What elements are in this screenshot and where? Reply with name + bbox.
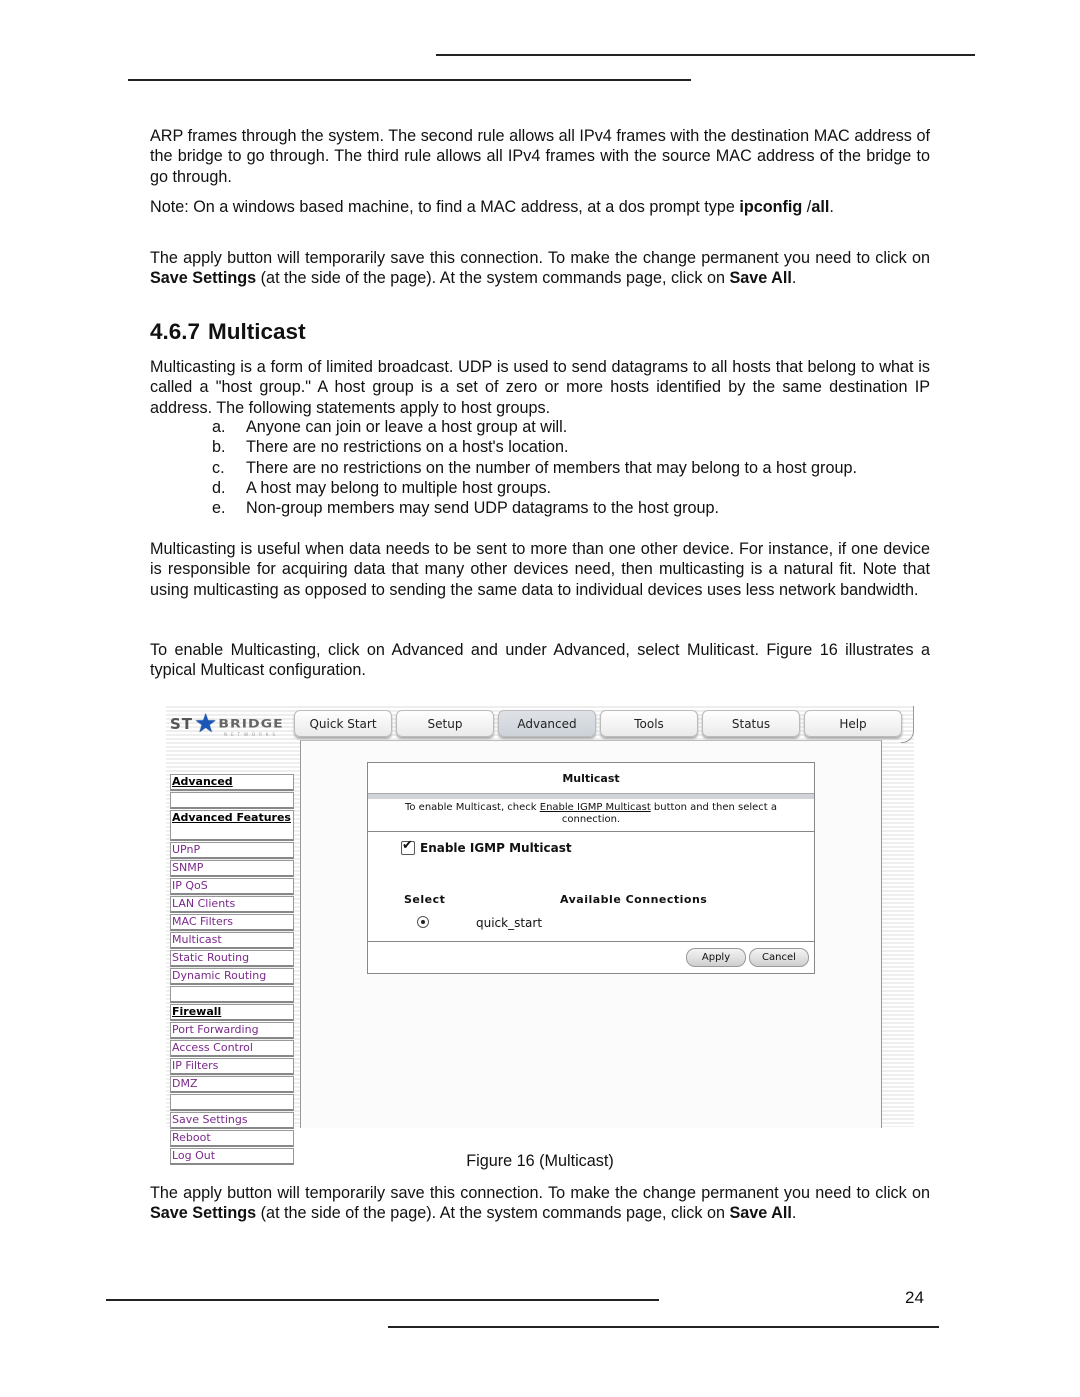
sidebar-item-access-control[interactable]: Access Control (170, 1040, 294, 1057)
tab-advanced[interactable]: Advanced (498, 710, 596, 737)
apply-text: The apply button will temporarily save t… (150, 249, 930, 267)
list-label: e. (212, 499, 226, 518)
sidebar-item-port-forwarding[interactable]: Port Forwarding (170, 1022, 294, 1039)
sidebar-spacer (170, 986, 294, 1003)
sidebar-item-ip-filters[interactable]: IP Filters (170, 1058, 294, 1075)
paragraph-enable: To enable Multicasting, click on Advance… (150, 641, 930, 680)
sidebar-heading-firewall[interactable]: Firewall (170, 1004, 294, 1021)
column-header-available-connections: Available Connections (560, 893, 708, 906)
figure-caption: Figure 16 (Multicast) (466, 1152, 614, 1170)
sidebar-item-multicast[interactable]: Multicast (170, 932, 294, 949)
list-item: d. A host may belong to multiple host gro… (212, 478, 857, 498)
star-icon: ★ (194, 709, 218, 739)
enable-igmp-label: Enable IGMP Multicast (420, 841, 572, 855)
note-command-arg: all (811, 198, 830, 216)
sidebar-item-reboot[interactable]: Reboot (170, 1130, 294, 1147)
apply-text-end: . (791, 1204, 797, 1223)
sidebar-item-mac-filters[interactable]: MAC Filters (170, 914, 294, 931)
save-all-term: Save All (729, 1204, 792, 1223)
connection-radio[interactable] (417, 916, 429, 928)
list-item: b. There are no restrictions on a host's … (212, 437, 857, 457)
note-command: ipconfig (739, 198, 803, 216)
sidebar: Advanced Advanced Features UPnP SNMP IP … (170, 774, 294, 1166)
sidebar-spacer (170, 792, 294, 809)
section-number: 4.6.7 (150, 319, 201, 344)
sidebar-item-save-settings[interactable]: Save Settings (170, 1112, 294, 1129)
sidebar-item-dynamic-routing[interactable]: Dynamic Routing (170, 968, 294, 985)
list-item: a. Anyone can join or leave a host group … (212, 417, 857, 437)
logo-text-left: ST (170, 715, 194, 733)
save-all-term: Save All (729, 269, 792, 288)
connection-name: quick_start (476, 916, 543, 930)
paragraph-apply-2: The apply button will temporarily save t… (150, 1183, 930, 1224)
sidebar-heading-advanced-features[interactable]: Advanced Features (170, 810, 294, 841)
save-settings-term: Save Settings (150, 1204, 257, 1223)
multicast-panel: Multicast To enable Multicast, check Ena… (367, 762, 815, 974)
page-number: 24 (905, 1288, 924, 1307)
footer-rule-top (106, 1299, 659, 1301)
apply-text-end: . (791, 269, 797, 288)
save-settings-term: Save Settings (150, 269, 257, 288)
apply-text: The apply button will temporarily save t… (150, 1184, 930, 1202)
host-group-list: a. Anyone can join or leave a host group … (212, 417, 857, 518)
panel-title: Multicast (562, 771, 620, 785)
note-command-sep: / (802, 198, 812, 216)
list-item: e. Non-group members may send UDP datagra… (212, 498, 857, 518)
sidebar-item-upnp[interactable]: UPnP (170, 842, 294, 859)
logo-subtext: NETWORKS (224, 732, 280, 737)
list-label: a. (212, 418, 226, 436)
tabs-corner-decoration (901, 706, 914, 743)
note-end: . (829, 198, 834, 216)
footer-rule-bottom (388, 1326, 939, 1328)
header-rule-top (436, 54, 975, 56)
note-text: Note: On a windows based machine, to fin… (150, 198, 740, 216)
list-text: A host may belong to multiple host group… (246, 478, 552, 497)
panel-description: To enable Multicast, check Enable IGMP M… (368, 799, 814, 832)
sidebar-heading-advanced[interactable]: Advanced (170, 774, 294, 791)
sidebar-item-dmz[interactable]: DMZ (170, 1076, 294, 1093)
desc-link: Enable IGMP Multicast (539, 802, 651, 813)
enable-igmp-row: ✔ Enable IGMP Multicast (401, 838, 572, 855)
column-header-select: Select (404, 893, 446, 906)
enable-igmp-checkbox[interactable]: ✔ (401, 838, 415, 855)
apply-text-mid: (at the side of the page). At the system… (256, 269, 730, 288)
list-label: c. (212, 458, 225, 477)
list-label: b. (212, 438, 226, 457)
tab-status[interactable]: Status (702, 710, 800, 737)
list-label: d. (212, 478, 226, 497)
desc-text: To enable Multicast, check (404, 802, 540, 813)
tab-quick-start[interactable]: Quick Start (294, 710, 392, 737)
section-title: Multicast (208, 319, 306, 344)
paragraph-note: Note: On a windows based machine, to fin… (150, 197, 930, 217)
checkmark-icon: ✔ (402, 838, 413, 853)
paragraph-arp-rules: ARP frames through the system. The secon… (150, 127, 930, 186)
tab-tools[interactable]: Tools (600, 710, 698, 737)
list-item: c. There are no restrictions on the numbe… (212, 458, 857, 478)
list-text: There are no restrictions on the number … (246, 458, 857, 477)
section-heading: 4.6.7 Multicast (150, 319, 306, 345)
tab-setup[interactable]: Setup (396, 710, 494, 737)
figure-multicast-screenshot: ST ★ BRIDGE NETWORKS Quick Start Setup A… (166, 704, 914, 1165)
sidebar-spacer (170, 1094, 294, 1111)
sidebar-item-ip-qos[interactable]: IP QoS (170, 878, 294, 895)
list-text: There are no restrictions on a host's lo… (246, 438, 569, 457)
tab-help[interactable]: Help (804, 710, 902, 737)
nav-tabs: Quick Start Setup Advanced Tools Status … (294, 710, 906, 737)
sidebar-item-snmp[interactable]: SNMP (170, 860, 294, 877)
paragraph-useful: Multicasting is useful when data needs t… (150, 540, 930, 599)
sidebar-item-static-routing[interactable]: Static Routing (170, 950, 294, 967)
panel-footer-divider (368, 941, 814, 942)
cancel-button[interactable]: Cancel (749, 948, 809, 967)
paragraph-apply-1: The apply button will temporarily save t… (150, 248, 930, 289)
logo-text-right: BRIDGE (218, 717, 284, 731)
list-text: Non-group members may send UDP datagrams… (246, 499, 719, 518)
starbridge-logo: ST ★ BRIDGE NETWORKS (170, 710, 294, 738)
header-rule-bottom (128, 79, 691, 81)
apply-button[interactable]: Apply (686, 948, 746, 967)
list-text: Anyone can join or leave a host group at… (246, 418, 568, 436)
sidebar-item-lan-clients[interactable]: LAN Clients (170, 896, 294, 913)
apply-text-mid: (at the side of the page). At the system… (256, 1204, 730, 1223)
paragraph-intro: Multicasting is a form of limited broadc… (150, 358, 930, 417)
